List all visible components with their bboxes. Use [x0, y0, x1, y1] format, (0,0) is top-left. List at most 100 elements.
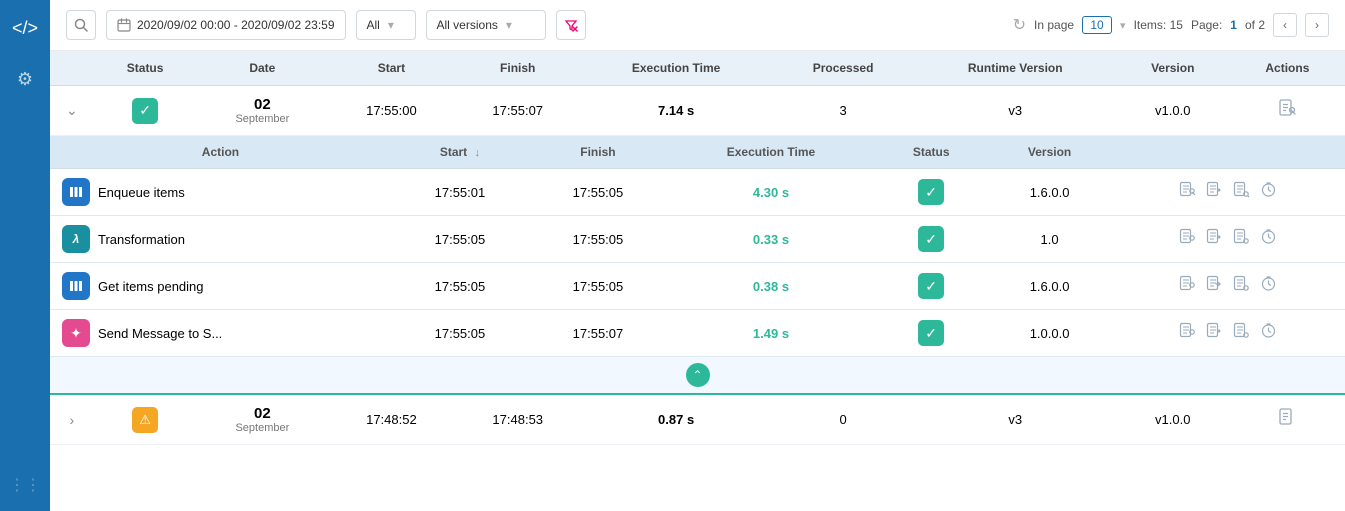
- input-log-icon-2: [1179, 228, 1196, 245]
- col-status: Status: [94, 51, 197, 86]
- sub-col-exec-time: Execution Time: [667, 136, 875, 169]
- sub-output-btn-3[interactable]: [1204, 273, 1225, 299]
- sub-action-label: Enqueue items: [98, 185, 185, 200]
- sub-status-success: ✓: [918, 226, 944, 252]
- collapse-subtable-button[interactable]: ⌃: [686, 363, 710, 387]
- sub-table-row: Action Start ↓ Finish Execution Time Sta…: [50, 136, 1345, 395]
- timing-icon: [1260, 181, 1277, 198]
- sidebar: </> ⚙ ⋮⋮: [0, 0, 50, 511]
- view-log-button[interactable]: [1276, 97, 1298, 124]
- col-processed: Processed: [771, 51, 914, 86]
- date-month: September: [208, 113, 316, 125]
- toolbar-right: ↻ In page ▾ Items: 15 Page: 1 of 2 ‹ ›: [1013, 13, 1329, 37]
- row-status-cell-2: ⚠: [94, 394, 197, 445]
- sub-action-cell: Enqueue items: [50, 169, 391, 216]
- sub-output-btn[interactable]: [1204, 179, 1225, 205]
- log-icon: [1278, 99, 1296, 117]
- sub-view-btn[interactable]: [1231, 179, 1252, 205]
- settings-icon[interactable]: ⚙: [11, 63, 39, 96]
- sub-status: ✓: [875, 216, 987, 263]
- collapse-row-button[interactable]: ⌄: [62, 98, 82, 123]
- chevron-down-icon-2: ▾: [506, 18, 512, 32]
- col-expand: [50, 51, 94, 86]
- sub-finish: 17:55:07: [529, 310, 667, 357]
- page-of: of 2: [1245, 18, 1265, 32]
- sub-timing-btn-3[interactable]: [1258, 273, 1279, 299]
- input-log-icon-4: [1179, 322, 1196, 339]
- date-number-2: 02: [208, 405, 316, 422]
- sub-action-btns: [1112, 216, 1345, 263]
- versions-select[interactable]: All versions ▾: [426, 10, 546, 40]
- sub-action-cell: λ Transformation: [50, 216, 391, 263]
- row-processed-cell-2: 0: [771, 394, 914, 445]
- sub-status: ✓: [875, 263, 987, 310]
- sub-col-start: Start ↓: [391, 136, 529, 169]
- refresh-button[interactable]: ↻: [1013, 15, 1026, 35]
- current-page[interactable]: 1: [1230, 18, 1237, 32]
- sub-table-container: Action Start ↓ Finish Execution Time Sta…: [50, 136, 1345, 393]
- row-start-cell: 17:55:00: [328, 86, 454, 136]
- timing-icon-4: [1260, 322, 1277, 339]
- sub-start: 17:55:05: [391, 263, 529, 310]
- input-log-icon-3: [1179, 275, 1196, 292]
- sub-action-btns: [1112, 310, 1345, 357]
- row-finish-cell: 17:55:07: [455, 86, 581, 136]
- row-expand-cell: ⌄: [50, 86, 94, 136]
- sub-input-btn-4[interactable]: [1177, 320, 1198, 346]
- filter-all-select[interactable]: All ▾: [356, 10, 416, 40]
- row-date-cell: 02 September: [196, 86, 328, 136]
- sub-status-success: ✓: [918, 320, 944, 346]
- view-log-button-2[interactable]: [1276, 406, 1298, 433]
- sub-table-item: λ Transformation 17:55:05 17:55:05 0.33 …: [50, 216, 1345, 263]
- sub-output-btn-4[interactable]: [1204, 320, 1225, 346]
- sub-start: 17:55:05: [391, 310, 529, 357]
- sub-input-btn-3[interactable]: [1177, 273, 1198, 299]
- sub-action-label: Get items pending: [98, 279, 204, 294]
- page-label: Page:: [1191, 18, 1222, 32]
- row-actions-cell: [1230, 86, 1345, 136]
- sub-col-version: Version: [987, 136, 1112, 169]
- col-runtime: Runtime Version: [915, 51, 1116, 86]
- sub-timing-btn[interactable]: [1258, 179, 1279, 205]
- next-page-button[interactable]: ›: [1305, 13, 1329, 37]
- items-count: Items: 15: [1134, 18, 1183, 32]
- main-content: 2020/09/02 00:00 - 2020/09/02 23:59 All …: [50, 0, 1345, 511]
- row-version-cell: v1.0.0: [1116, 86, 1230, 136]
- sub-output-btn-2[interactable]: [1204, 226, 1225, 252]
- sub-input-btn-2[interactable]: [1177, 226, 1198, 252]
- sub-table-item: ✦ Send Message to S... 17:55:05 17:55:07…: [50, 310, 1345, 357]
- date-range-label: 2020/09/02 00:00 - 2020/09/02 23:59: [137, 18, 335, 32]
- expand-row-button[interactable]: ›: [66, 408, 79, 432]
- sub-view-btn-4[interactable]: [1231, 320, 1252, 346]
- sub-view-btn-3[interactable]: [1231, 273, 1252, 299]
- sub-col-actions: [1112, 136, 1345, 169]
- action-icon-sendmsg: ✦: [62, 319, 90, 347]
- sub-input-btn[interactable]: [1177, 179, 1198, 205]
- date-month-2: September: [208, 422, 316, 434]
- sub-action-btns: [1112, 169, 1345, 216]
- sub-view-btn-2[interactable]: [1231, 226, 1252, 252]
- sub-status-success: ✓: [918, 273, 944, 299]
- versions-label: All versions: [437, 18, 498, 32]
- prev-page-button[interactable]: ‹: [1273, 13, 1297, 37]
- row-runtime-cell-2: v3: [915, 394, 1116, 445]
- sub-version: 1.0: [987, 216, 1112, 263]
- output-log-icon-2: [1206, 228, 1223, 245]
- col-start: Start: [328, 51, 454, 86]
- clear-filters-button[interactable]: [556, 10, 586, 40]
- chevron-down-icon: ▾: [388, 18, 394, 32]
- sub-table-cell: Action Start ↓ Finish Execution Time Sta…: [50, 136, 1345, 395]
- sub-exec: 0.33 s: [667, 216, 875, 263]
- in-page-label: In page: [1034, 18, 1074, 32]
- timing-icon-3: [1260, 275, 1277, 292]
- code-icon[interactable]: </>: [6, 12, 44, 45]
- filter-all-label: All: [367, 18, 380, 32]
- search-button[interactable]: [66, 10, 96, 40]
- in-page-input[interactable]: [1082, 16, 1112, 34]
- row-finish-cell-2: 17:48:53: [455, 394, 581, 445]
- date-range-picker[interactable]: 2020/09/02 00:00 - 2020/09/02 23:59: [106, 10, 346, 40]
- row-processed-cell: 3: [771, 86, 914, 136]
- sub-timing-btn-4[interactable]: [1258, 320, 1279, 346]
- row-start-cell-2: 17:48:52: [328, 394, 454, 445]
- sub-timing-btn-2[interactable]: [1258, 226, 1279, 252]
